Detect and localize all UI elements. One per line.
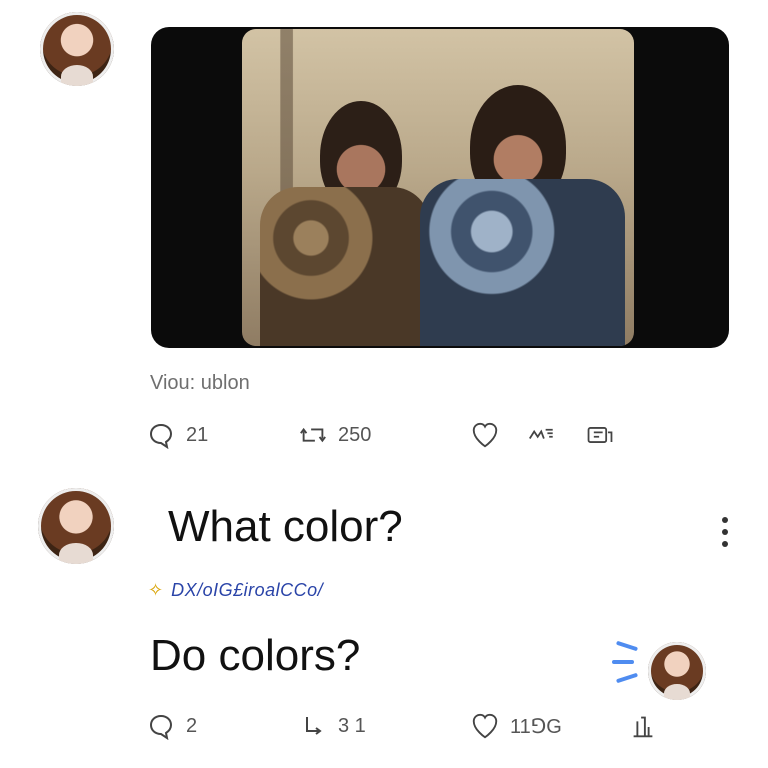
views-icon <box>528 420 558 450</box>
more-dot-middle <box>722 529 728 535</box>
comment-text: What color? <box>168 502 403 551</box>
speech-bubble-icon <box>146 711 176 741</box>
more-vertical-icon[interactable] <box>718 517 732 547</box>
post-like-action[interactable] <box>470 420 500 450</box>
post-repost-action[interactable]: 250 <box>298 420 371 450</box>
post-reply-count: 21 <box>186 423 209 446</box>
sparkle-icon: ✧ <box>148 580 164 600</box>
repost-icon <box>298 711 328 741</box>
avatar-reply[interactable] <box>648 642 706 700</box>
reply-garbled-handle[interactable]: ✧ DX/oIG£iroalCCo/ <box>148 580 323 601</box>
reply-like-count: 11⅁G <box>510 715 562 738</box>
share-icon <box>585 420 615 450</box>
more-dot-top <box>722 517 728 523</box>
speech-bubble-icon <box>146 420 176 450</box>
reply-garbled-text: DX/oIG£iroalCCo/ <box>171 580 324 600</box>
post-repost-count: 250 <box>338 423 372 446</box>
post-media[interactable] <box>151 27 729 348</box>
post-share-action[interactable] <box>585 420 615 450</box>
left-person-body <box>260 187 430 346</box>
vintage-photo <box>242 29 634 346</box>
reply-repost-action[interactable]: 3 1 <box>298 711 366 741</box>
avatar-comment[interactable] <box>38 488 114 564</box>
heart-icon <box>470 420 500 450</box>
post-views-action[interactable] <box>528 420 558 450</box>
reply-like-action[interactable]: 11⅁G <box>470 711 562 741</box>
reply-reply-action[interactable]: 2 <box>146 711 197 741</box>
tree-silhouette <box>252 29 322 209</box>
share-icon <box>628 711 658 741</box>
avatar-top[interactable] <box>40 12 114 86</box>
burst-icon <box>612 638 646 688</box>
repost-icon <box>298 420 328 450</box>
heart-icon <box>470 711 500 741</box>
right-person-body <box>420 179 625 346</box>
reply-share-action[interactable] <box>628 711 668 741</box>
reply-reply-count: 2 <box>186 714 198 737</box>
reply-repost-count: 3 1 <box>338 714 366 737</box>
post-handle[interactable]: Viou: ublon <box>150 372 250 395</box>
more-dot-bottom <box>722 541 728 547</box>
reply-text: Do colors? <box>150 631 361 680</box>
post-reply-action[interactable]: 21 <box>146 420 208 450</box>
